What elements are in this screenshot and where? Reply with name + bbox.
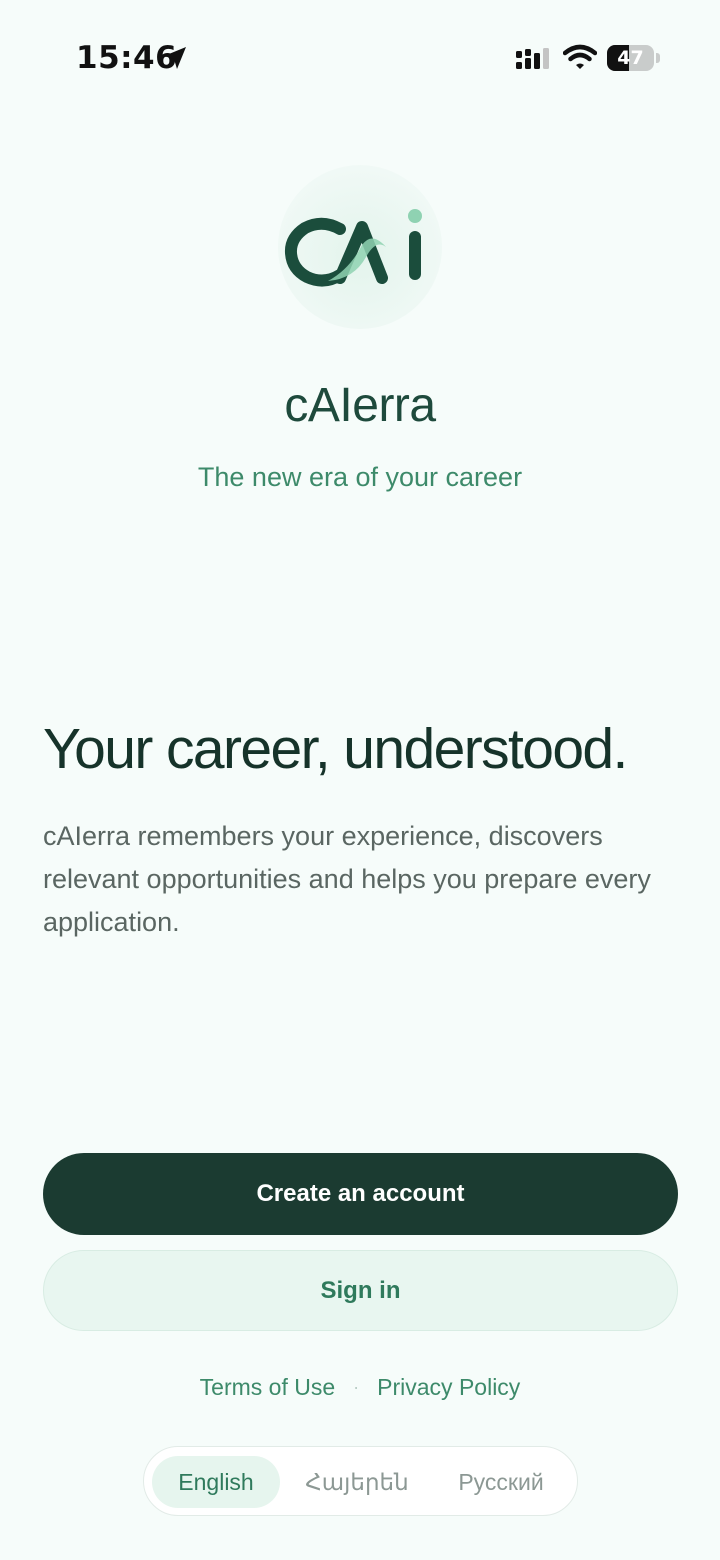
create-account-button[interactable]: Create an account (43, 1153, 678, 1235)
hero-headline: Your career, understood. (43, 717, 628, 781)
language-option-english[interactable]: English (152, 1456, 280, 1508)
wifi-icon (563, 44, 597, 69)
app-logo (278, 165, 442, 329)
logo-mark-icon (284, 209, 422, 287)
language-option-armenian[interactable]: Հայերեն (288, 1456, 426, 1508)
app-name: cAIerra (284, 379, 436, 432)
battery-level: 47 (617, 47, 644, 69)
cellular-signal-icon (516, 48, 549, 69)
battery-indicator: 47 (607, 45, 660, 71)
status-bar: 15:46 47 (0, 0, 720, 110)
location-arrow-icon (164, 47, 186, 69)
sign-in-button[interactable]: Sign in (43, 1250, 678, 1331)
legal-separator: · (353, 1377, 360, 1397)
language-switcher: English Հայերեն Русский (143, 1446, 578, 1516)
legal-links: Terms of Use · Privacy Policy (0, 1374, 720, 1401)
app-tagline: The new era of your career (197, 462, 523, 492)
privacy-policy-link[interactable]: Privacy Policy (377, 1374, 520, 1401)
language-option-russian[interactable]: Русский (432, 1456, 570, 1508)
terms-of-use-link[interactable]: Terms of Use (200, 1374, 335, 1401)
hero-description: cAIerra remembers your experience, disco… (43, 821, 651, 937)
